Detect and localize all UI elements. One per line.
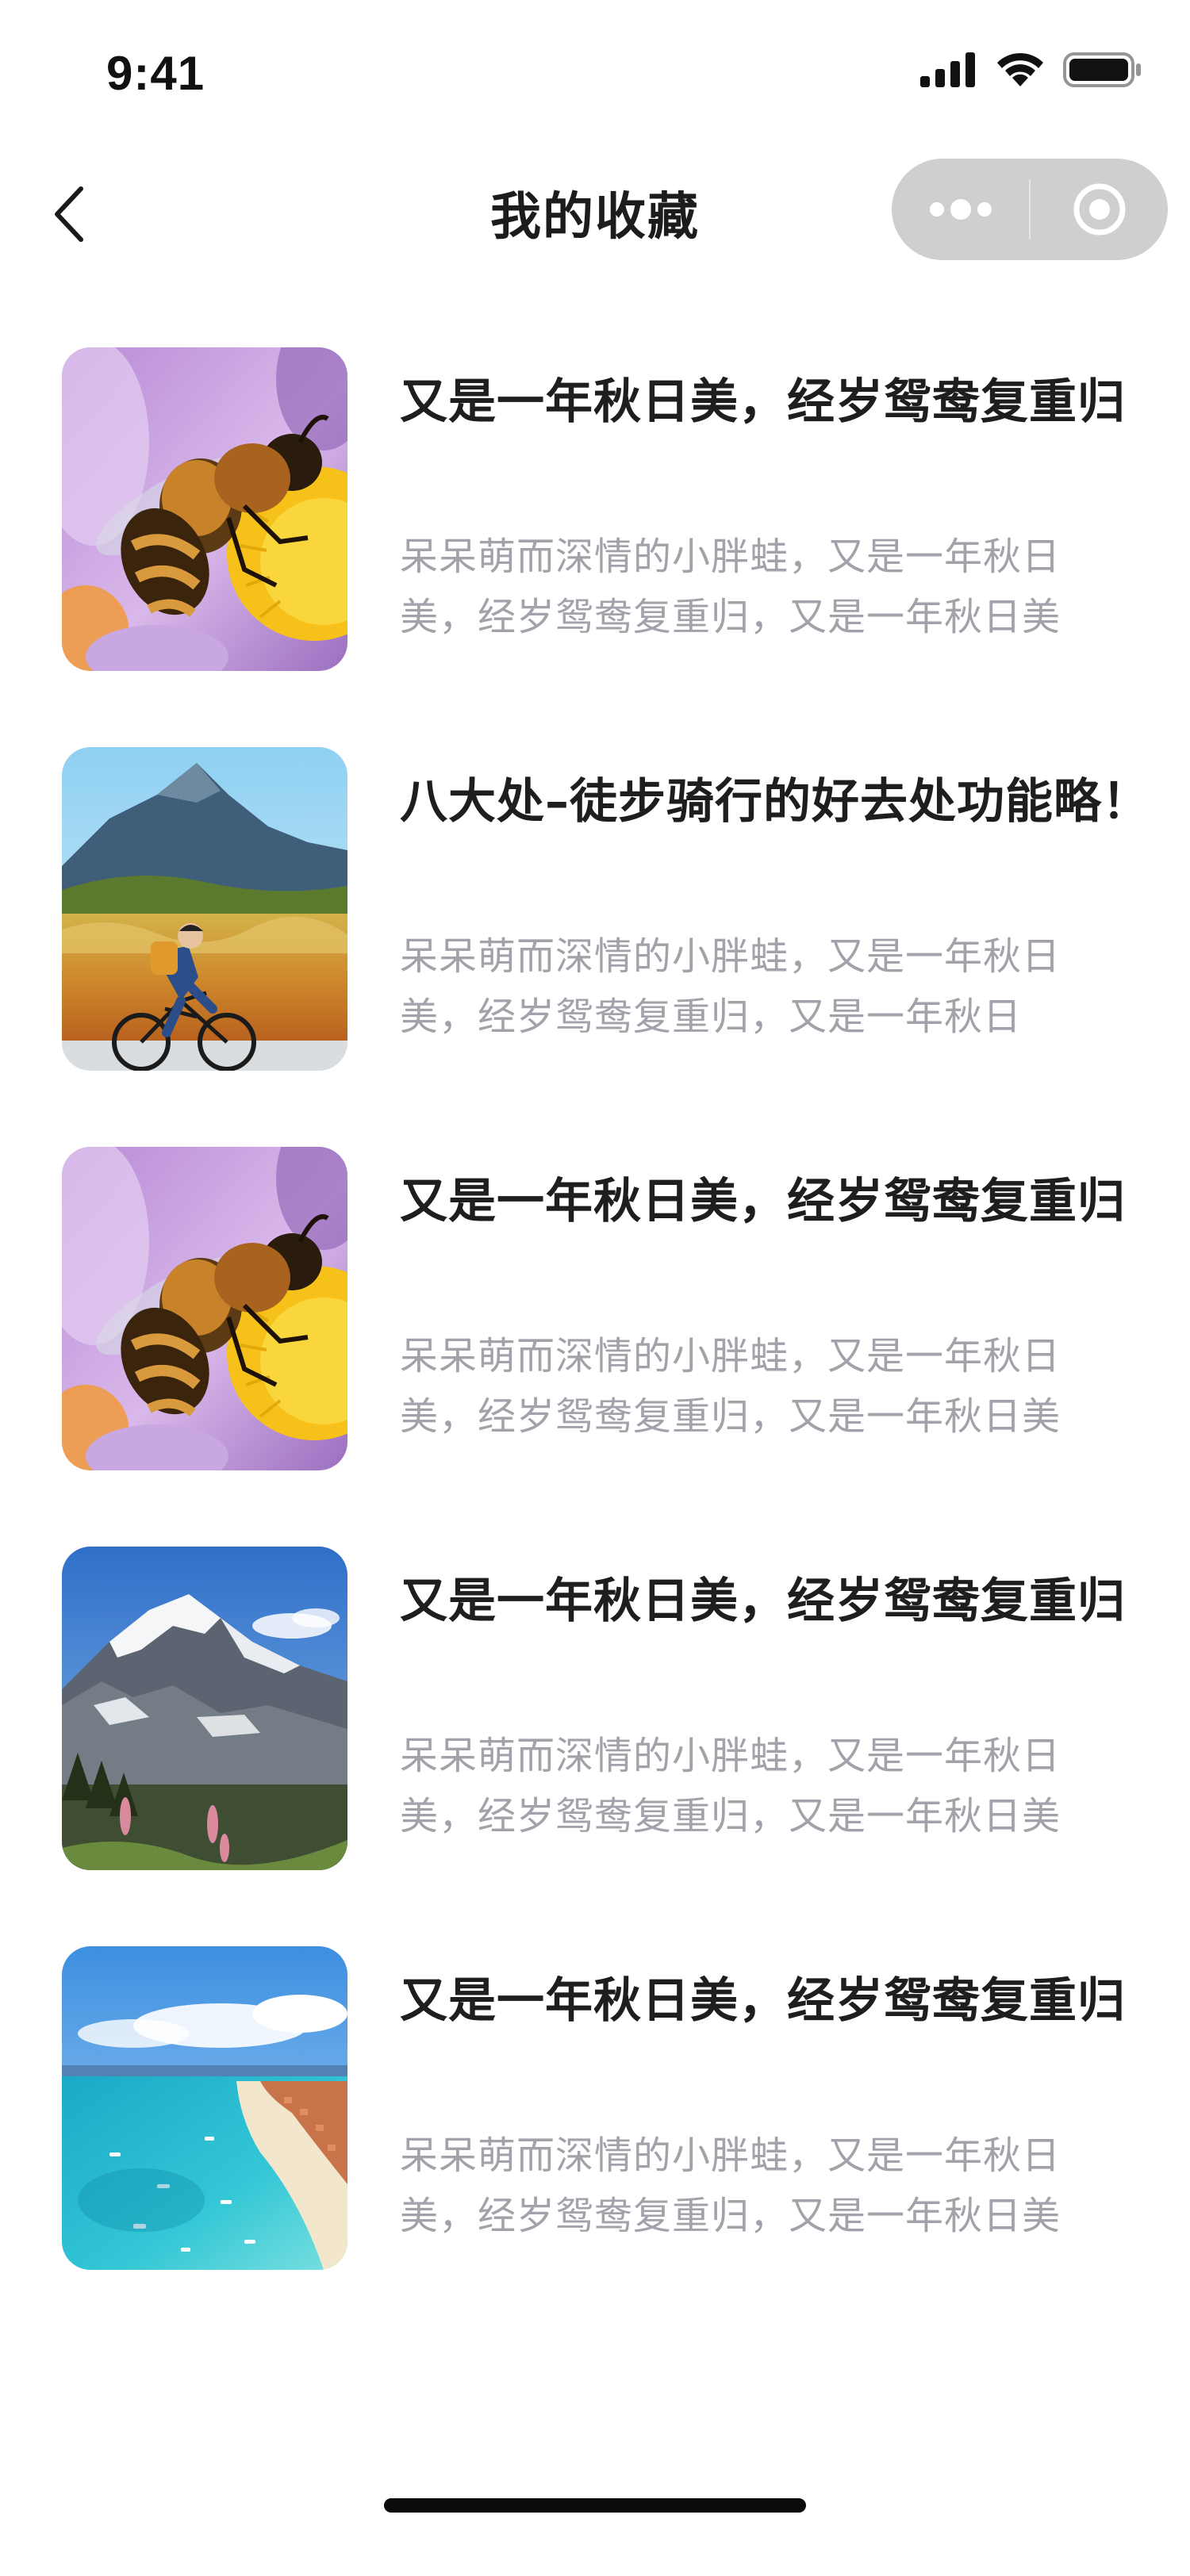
thumbnail-snowy-mountain: [62, 1547, 347, 1870]
mini-program-capsule: [892, 159, 1168, 260]
thumbnail-bee: [62, 347, 347, 671]
nav-bar: 我的收藏: [0, 143, 1190, 286]
status-bar: 9:41: [0, 0, 1190, 143]
thumbnail-tropical-beach: [62, 1946, 347, 2270]
item-description: 呆呆萌而深情的小胖蛙，又是一年秋日美，经岁鸳鸯复重归，又是一年秋日: [400, 934, 1061, 1039]
close-button[interactable]: [1031, 159, 1168, 260]
battery-icon: [1063, 52, 1141, 87]
more-dots-icon: [929, 199, 992, 220]
list-item[interactable]: 又是一年秋日美，经岁鸳鸯复重归 呆呆萌而深情的小胖蛙，又是一年秋日美，经岁鸳鸯复…: [62, 1946, 1141, 2271]
status-icons: [920, 51, 1142, 89]
thumbnail-cyclist: [62, 747, 347, 1071]
item-title: 八大处–徒步骑行的好去处功能略！: [400, 774, 1150, 830]
item-description: 呆呆萌而深情的小胖蛙，又是一年秋日美，经岁鸳鸯复重归，又是一年秋日美: [400, 1334, 1061, 1439]
item-title: 又是一年秋日美，经岁鸳鸯复重归: [400, 374, 1126, 430]
list-item[interactable]: 又是一年秋日美，经岁鸳鸯复重归 呆呆萌而深情的小胖蛙，又是一年秋日美，经岁鸳鸯复…: [62, 1547, 1141, 1872]
list-item[interactable]: 又是一年秋日美，经岁鸳鸯复重归 呆呆萌而深情的小胖蛙，又是一年秋日美，经岁鸳鸯复…: [62, 347, 1141, 673]
list-item[interactable]: 又是一年秋日美，经岁鸳鸯复重归 呆呆萌而深情的小胖蛙，又是一年秋日美，经岁鸳鸯复…: [62, 1147, 1141, 1472]
item-description: 呆呆萌而深情的小胖蛙，又是一年秋日美，经岁鸳鸯复重归，又是一年秋日美: [400, 2133, 1061, 2238]
item-description: 呆呆萌而深情的小胖蛙，又是一年秋日美，经岁鸳鸯复重归，又是一年秋日美: [400, 535, 1061, 639]
item-title: 又是一年秋日美，经岁鸳鸯复重归: [400, 1973, 1126, 2029]
thumbnail-bee: [62, 1147, 347, 1470]
more-button[interactable]: [892, 159, 1029, 260]
status-time: 9:41: [106, 47, 205, 100]
list-item[interactable]: 八大处–徒步骑行的好去处功能略！ 呆呆萌而深情的小胖蛙，又是一年秋日美，经岁鸳鸯…: [62, 747, 1150, 1072]
cellular-signal-icon: [920, 52, 975, 87]
item-description: 呆呆萌而深情的小胖蛙，又是一年秋日美，经岁鸳鸯复重归，又是一年秋日美: [400, 1734, 1061, 1838]
item-title: 又是一年秋日美，经岁鸳鸯复重归: [400, 1174, 1126, 1229]
item-title: 又是一年秋日美，经岁鸳鸯复重归: [400, 1574, 1126, 1629]
home-indicator[interactable]: [384, 2498, 806, 2513]
wifi-icon: [997, 52, 1043, 86]
target-circle-icon: [1073, 183, 1125, 236]
